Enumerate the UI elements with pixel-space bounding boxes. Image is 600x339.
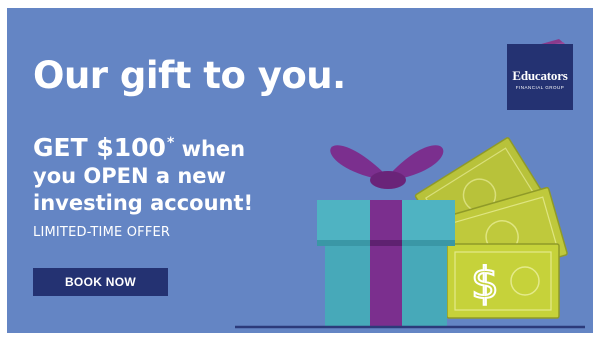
logo-name: Educators: [512, 68, 568, 83]
svg-text:$: $: [471, 258, 499, 309]
gift-box-icon: [317, 145, 455, 326]
offer-text: GET $100* when you OPEN a new investing …: [33, 130, 253, 217]
offer-line-1: GET $100* when: [33, 130, 253, 163]
educators-logo[interactable]: Educators FINANCIAL GROUP: [507, 38, 575, 110]
gift-illustration: $: [235, 137, 585, 329]
offer-asterisk: *: [166, 135, 175, 151]
offer-amount: GET $100: [33, 133, 166, 162]
offer-line-2: you OPEN a new: [33, 164, 226, 188]
headline: Our gift to you.: [33, 54, 346, 97]
promo-banner[interactable]: Our gift to you. GET $100* when you OPEN…: [7, 8, 593, 333]
logo-subtitle: FINANCIAL GROUP: [515, 85, 565, 90]
book-now-button[interactable]: BOOK NOW: [33, 268, 168, 296]
offer-line-3: investing account!: [33, 191, 254, 215]
limited-time-label: LIMITED-TIME OFFER: [33, 225, 171, 240]
